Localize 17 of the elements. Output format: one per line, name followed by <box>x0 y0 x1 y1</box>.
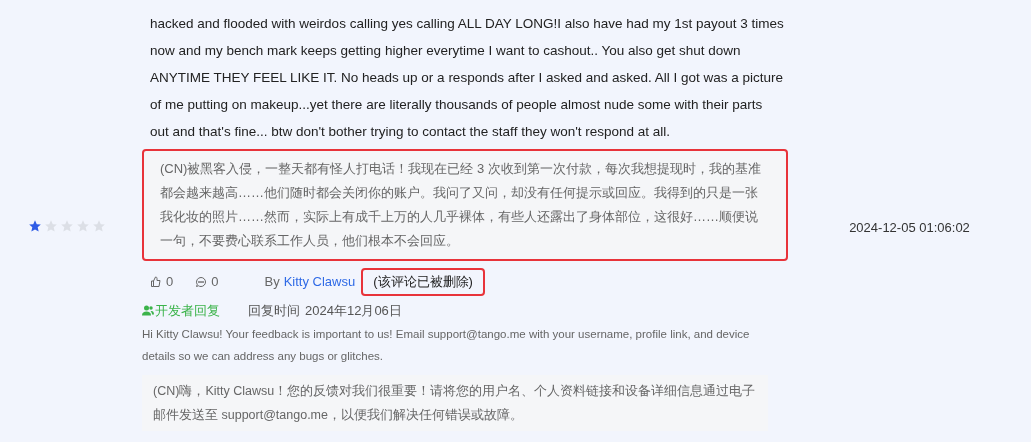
reply-time-label: 回复时间 <box>248 302 300 320</box>
developer-reply-label: 开发者回复 <box>155 302 220 320</box>
review-text: hacked and flooded with weirdos calling yes calling ALL DAY LONG!I also have had my 1st payout 3 times now and my bench mark keeps getting higher everytime I want to cashout.. You also get shut down ANYTIME THEY FEEL LIKE IT. No heads up or a responds after I asked and asked. All I got was a picture of me putting on makeup...yet there are literally thousands of people almost nude some with their parts out and that's fine... btw don't bother trying to contact the staff they won't respond at all. <box>149 15 785 141</box>
filled-star-icon <box>28 219 42 233</box>
like-count: 0 <box>166 273 174 292</box>
reply-text: Hi Kitty Clawsu! Your feedback is important to us! Email support@tango.me with your username, profile link, and device details so we can address any bugs or glitches. <box>142 326 751 364</box>
translated-review-text: (CN)被黑客入侵，一整天都有怪人打电话！我现在已经 3 次收到第一次付款，每次我想提现时，我的基准都会越来越高……他们随时都会关闭你的账户。我问了又问，却没有任何提示或回应。我得到的只是一张我化妆的照片……然而，实际上有成千上万的人几乎裸体，有些人还露出了身体部位，这很好……顺便说一句，不要费心联系工作人员，他们根本不会回应。 <box>160 160 762 250</box>
comment-icon[interactable] <box>195 276 208 288</box>
review-date: 2024-12-05 01:06:02 <box>849 219 970 237</box>
reply-time: 2024年12月06日 <box>305 302 402 320</box>
thumbs-up-icon[interactable] <box>150 276 162 288</box>
deleted-note: (该评论已被删除) <box>361 268 485 296</box>
by-label: By <box>264 273 280 292</box>
users-icon <box>142 305 154 317</box>
author-link[interactable]: Kitty Clawsu <box>283 272 356 292</box>
translated-reply-text: (CN)嗨，Kitty Clawsu！您的反馈对我们很重要！请将您的用户名、个人资料链接和设备详细信息通过电子邮件发送至 support@tango.me，以便我们解决任何错误或故障。 <box>153 382 757 424</box>
comment-count: 0 <box>211 273 219 292</box>
